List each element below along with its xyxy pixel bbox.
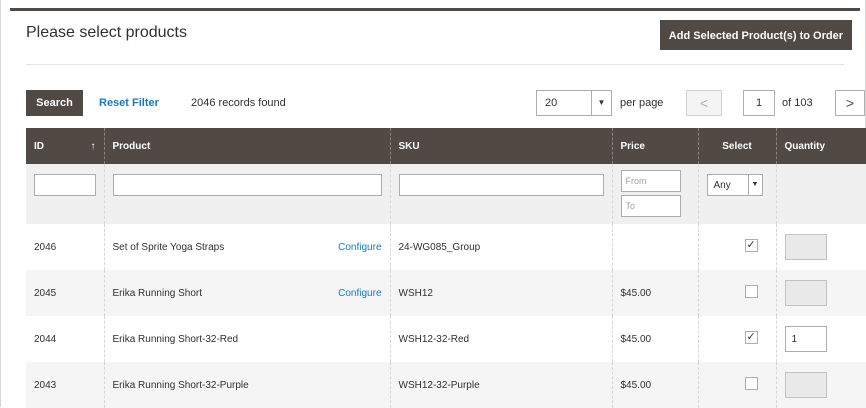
filter-cell-id — [26, 164, 104, 224]
cell-price: $45.00 — [611, 316, 698, 362]
table-row[interactable]: 2044 Erika Running Short-32-Red WSH12-32… — [26, 316, 866, 362]
cell-product: Erika Running Short Configure — [103, 270, 390, 316]
cell-price: $45.00 — [611, 270, 698, 316]
column-header-quantity: Quantity — [775, 128, 866, 164]
quantity-input[interactable] — [784, 280, 827, 306]
column-header-id-label: ID — [34, 140, 44, 152]
filter-cell-sku — [389, 164, 612, 224]
cell-quantity — [775, 362, 866, 408]
previous-page-button[interactable]: < — [686, 90, 722, 116]
cell-product: Erika Running Short-32-Red — [103, 316, 390, 362]
cell-select — [697, 316, 776, 362]
cell-select — [697, 224, 776, 270]
filter-cell-quantity — [775, 164, 866, 224]
cell-sku: 24-WG085_Group — [389, 224, 612, 270]
cell-quantity: 1 — [775, 316, 866, 362]
column-header-sku[interactable]: SKU — [389, 128, 612, 164]
per-page-select[interactable]: 20 ▼ — [536, 90, 612, 116]
cell-select — [697, 270, 776, 316]
page-total: of 103 — [782, 97, 813, 109]
table-header-row: ID ↑ Product SKU Price Select Quantity — [26, 128, 866, 164]
price-to-input[interactable]: To — [620, 195, 681, 217]
select-checkbox[interactable] — [744, 330, 758, 344]
table-row[interactable]: 2045 Erika Running Short Configure WSH12 … — [26, 270, 866, 316]
configure-link[interactable]: Configure — [338, 242, 381, 253]
filter-cell-select: Any ▼ — [697, 164, 776, 224]
product-name: Erika Running Short — [112, 287, 203, 299]
products-table: ID ↑ Product SKU Price Select Quantity Fr… — [26, 128, 866, 408]
filter-cell-price: From To — [611, 164, 698, 224]
id-filter-input[interactable] — [34, 174, 96, 196]
select-filter-dropdown[interactable]: Any ▼ — [706, 174, 763, 196]
chevron-down-icon: ▼ — [591, 91, 611, 115]
chevron-down-icon: ▼ — [747, 175, 762, 195]
add-selected-products-button[interactable]: Add Selected Product(s) to Order — [659, 20, 852, 50]
sort-arrow-icon: ↑ — [90, 140, 96, 152]
select-checkbox[interactable] — [744, 238, 758, 252]
cell-sku: WSH12-32-Red — [389, 316, 612, 362]
cell-product: Erika Running Short-32-Purple — [103, 362, 390, 408]
column-header-price[interactable]: Price — [611, 128, 698, 164]
per-page-value: 20 — [545, 97, 558, 109]
per-page-label: per page — [620, 97, 664, 109]
filter-cell-product — [103, 164, 390, 224]
product-name: Erika Running Short-32-Purple — [112, 379, 249, 391]
sku-filter-input[interactable] — [398, 174, 604, 196]
select-checkbox[interactable] — [744, 285, 758, 298]
price-from-input[interactable]: From — [620, 170, 681, 192]
divider — [26, 64, 844, 65]
cell-id: 2044 — [26, 316, 104, 362]
search-button[interactable]: Search — [26, 90, 83, 116]
cell-price — [611, 224, 698, 270]
product-name: Erika Running Short-32-Red — [112, 333, 239, 345]
page-number-input[interactable]: 1 — [743, 90, 775, 116]
quantity-input[interactable]: 1 — [784, 326, 827, 352]
configure-link[interactable]: Configure — [338, 288, 381, 299]
reset-filter-link[interactable]: Reset Filter — [99, 97, 159, 109]
filter-row: From To Any ▼ — [26, 164, 866, 224]
page-title: Please select products — [26, 24, 187, 41]
select-checkbox[interactable] — [744, 377, 758, 390]
app-frame: Please select products Add Selected Prod… — [0, 0, 866, 408]
cell-sku: WSH12-32-Purple — [389, 362, 612, 408]
product-grid-panel: Please select products Add Selected Prod… — [10, 8, 866, 408]
column-header-select[interactable]: Select — [697, 128, 776, 164]
cell-id: 2043 — [26, 362, 104, 408]
next-page-button[interactable]: > — [835, 90, 865, 116]
cell-id: 2046 — [26, 224, 104, 270]
quantity-input[interactable] — [784, 234, 827, 260]
table-row[interactable]: 2043 Erika Running Short-32-Purple WSH12… — [26, 362, 866, 408]
select-filter-value: Any — [713, 180, 731, 191]
cell-product: Set of Sprite Yoga Straps Configure — [103, 224, 390, 270]
cell-select — [697, 362, 776, 408]
cell-quantity — [775, 224, 866, 270]
records-count: 2046 records found — [191, 97, 286, 109]
table-row[interactable]: 2046 Set of Sprite Yoga Straps Configure … — [26, 224, 866, 270]
cell-sku: WSH12 — [389, 270, 612, 316]
product-name: Set of Sprite Yoga Straps — [112, 241, 225, 253]
product-filter-input[interactable] — [112, 174, 382, 196]
cell-id: 2045 — [26, 270, 104, 316]
cell-quantity — [775, 270, 866, 316]
quantity-input[interactable] — [784, 372, 827, 398]
column-header-product[interactable]: Product — [103, 128, 390, 164]
column-header-id[interactable]: ID ↑ — [26, 128, 104, 164]
cell-price: $45.00 — [611, 362, 698, 408]
